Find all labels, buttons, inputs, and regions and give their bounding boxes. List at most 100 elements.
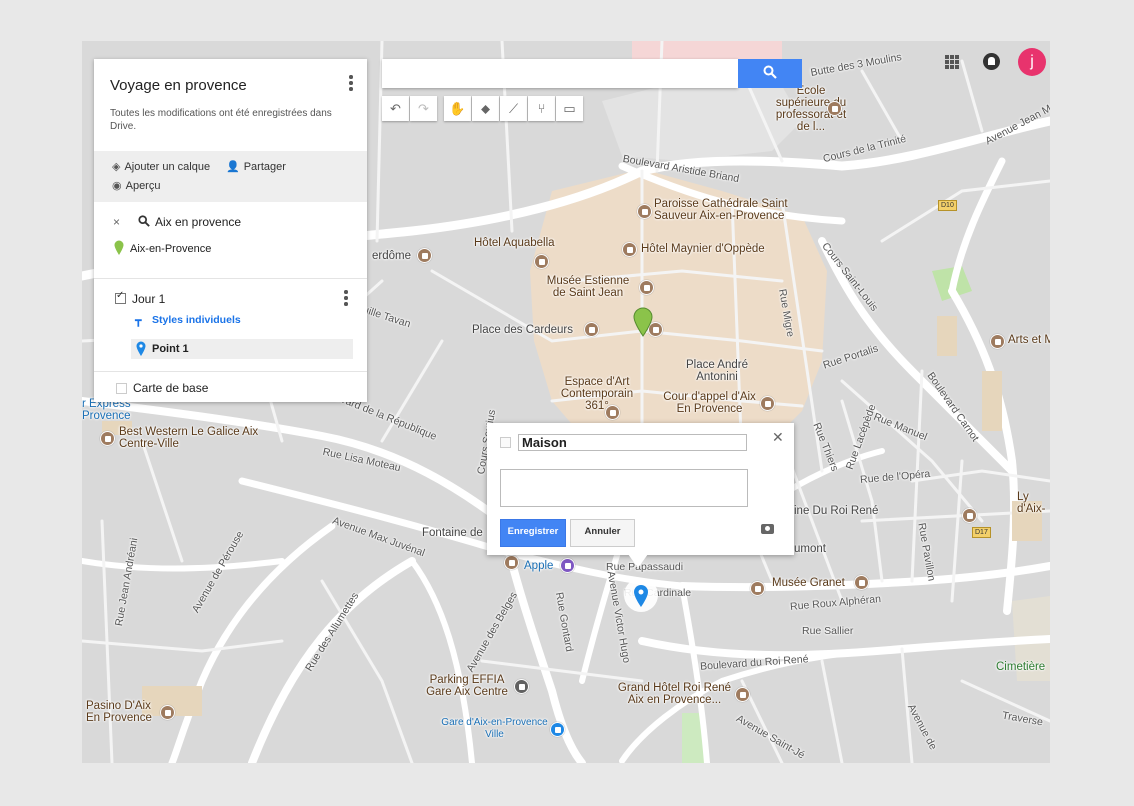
ruler-icon[interactable]: ▭: [556, 96, 583, 121]
route-icon[interactable]: ⑂: [528, 96, 555, 121]
search-button[interactable]: [738, 59, 802, 88]
map-label-poi: Best Western Le Galice Aix Centre-Ville: [119, 426, 259, 450]
add-layer-button[interactable]: ◈ Ajouter un calque: [112, 160, 210, 173]
line-icon[interactable]: ⟋: [500, 96, 527, 121]
green-marker-icon[interactable]: [633, 307, 653, 337]
close-icon[interactable]: ×: [113, 215, 120, 229]
undo-icon[interactable]: ↶: [382, 96, 409, 121]
map-label-poi: Arts et M: [1008, 334, 1050, 346]
map-label-poi: Pasino D'Aix En Provence: [86, 700, 152, 724]
poi-marker-icon[interactable]: [990, 334, 1005, 349]
map-toolbar: ↶ ↷ ✋ ⬥ ⟋ ⑂ ▭: [382, 96, 584, 121]
share-button[interactable]: 👤 Partager: [226, 160, 286, 173]
person-add-icon: 👤: [226, 161, 240, 173]
feature-item-label: Point 1: [152, 343, 189, 355]
popup-style-swatch[interactable]: [500, 437, 511, 448]
add-layer-label: Ajouter un calque: [124, 161, 211, 173]
feature-item-point-1[interactable]: Point 1: [131, 339, 353, 359]
map-label-poi: Cour d'appel d'Aix En Provence: [663, 391, 756, 415]
map-label: Gare d'Aix-en-Provence Ville: [441, 717, 548, 740]
camera-icon[interactable]: [761, 524, 774, 534]
map-label-poi: Hôtel Aquabella: [474, 237, 555, 249]
layers-panel: Voyage en provence Toutes les modificati…: [94, 59, 367, 402]
search-layer: × Aix en provence Aix-en-Provence: [94, 202, 367, 279]
map-label: Place des Cardeurs: [472, 324, 573, 336]
preview-button[interactable]: ◉ Aperçu: [112, 179, 160, 192]
close-icon[interactable]: ✕: [772, 429, 784, 446]
cancel-button[interactable]: Annuler: [570, 519, 635, 547]
poi-marker-icon[interactable]: [160, 705, 175, 720]
hand-icon[interactable]: ✋: [444, 96, 471, 121]
popup-tail: [628, 554, 648, 568]
poi-marker-icon[interactable]: [584, 322, 599, 337]
map-label: ine Du Roi René: [794, 505, 879, 517]
feature-popup: Maison ✕ Enregistrer Annuler: [487, 423, 794, 555]
map-label-poi: Ly d'Aix-: [1017, 491, 1046, 515]
save-button[interactable]: Enregistrer: [500, 519, 566, 547]
layer-name[interactable]: Jour 1: [132, 292, 165, 306]
map-label: umont: [794, 543, 826, 555]
more-vert-icon[interactable]: [341, 290, 351, 308]
apps-icon[interactable]: [945, 55, 960, 70]
map-label-poi: Musée Granet: [772, 577, 845, 589]
poi-marker-icon[interactable]: [854, 575, 869, 590]
style-link[interactable]: Styles individuels: [152, 314, 241, 326]
map-title[interactable]: Voyage en provence: [110, 77, 247, 94]
map-label-poi: Hôtel Maynier d'Oppède: [641, 243, 765, 255]
search-icon: [138, 215, 150, 227]
selected-marker-icon[interactable]: [622, 575, 660, 613]
poi-marker-icon[interactable]: [760, 396, 775, 411]
redo-icon[interactable]: ↷: [410, 96, 437, 121]
search-icon: [763, 65, 777, 79]
poi-marker-icon[interactable]: [827, 101, 842, 116]
base-map-label[interactable]: Carte de base: [133, 381, 208, 395]
search-result-item[interactable]: Aix-en-Provence: [130, 243, 211, 255]
search-input[interactable]: [382, 59, 738, 88]
map-label: Cimetière: [996, 661, 1046, 673]
panel-actions: ◈ Ajouter un calque 👤 Partager ◉ Aperçu: [94, 151, 367, 202]
share-label: Partager: [243, 161, 286, 173]
map-label-poi: Parking EFFIA Gare Aix Centre: [426, 674, 508, 698]
map-label: Apple: [524, 560, 554, 572]
base-map-expand[interactable]: [116, 383, 127, 394]
green-marker-icon: [114, 240, 124, 255]
more-vert-icon[interactable]: [346, 75, 356, 93]
map-label: Place André Antonini: [685, 359, 748, 383]
poi-marker-icon[interactable]: [639, 280, 654, 295]
road-shield: D17: [972, 527, 991, 538]
search-layer-title[interactable]: Aix en provence: [155, 215, 241, 229]
blue-marker-icon: [136, 341, 146, 356]
layers-icon: ◈: [112, 161, 121, 173]
poi-marker-icon[interactable]: [560, 558, 575, 573]
avatar[interactable]: j: [1018, 48, 1046, 76]
feature-title-input[interactable]: Maison: [518, 434, 747, 451]
layer-jour-1: ✓ Jour 1 ┳ Styles individuels Point 1: [94, 279, 367, 372]
map-label: Rue Sallier: [802, 625, 854, 637]
map-label-poi: Paroisse Cathédrale Saint Sauveur Aix-en…: [654, 198, 788, 222]
poi-marker-icon[interactable]: [534, 254, 549, 269]
poi-marker-icon[interactable]: [735, 687, 750, 702]
poi-marker-icon[interactable]: [750, 581, 765, 596]
feature-description-input[interactable]: [500, 469, 748, 507]
notifications-icon[interactable]: [983, 53, 1000, 70]
poi-marker-icon[interactable]: [417, 248, 432, 263]
poi-marker-icon[interactable]: [504, 555, 519, 570]
layer-checkbox[interactable]: ✓: [115, 290, 126, 304]
map-label: Fontaine de: [422, 527, 483, 539]
map-label: erdôme: [372, 250, 411, 262]
parking-icon[interactable]: [514, 679, 529, 694]
eye-icon: ◉: [112, 180, 122, 192]
preview-label: Aperçu: [125, 180, 161, 192]
road-shield: D10: [938, 200, 957, 211]
poi-marker-icon[interactable]: [100, 431, 115, 446]
map-label-poi: Espace d'Art Contemporain 361°: [560, 376, 634, 412]
marker-icon[interactable]: ⬥: [472, 96, 499, 121]
poi-marker-icon[interactable]: [605, 405, 620, 420]
poi-marker-icon[interactable]: [962, 508, 977, 523]
train-station-icon[interactable]: [550, 722, 565, 737]
map-label-poi: Musée Estienne de Saint Jean: [546, 275, 630, 299]
paint-icon: ┳: [135, 315, 142, 327]
save-status: Toutes les modifications ont été enregis…: [110, 108, 332, 132]
poi-marker-icon[interactable]: [637, 204, 652, 219]
poi-marker-icon[interactable]: [622, 242, 637, 257]
